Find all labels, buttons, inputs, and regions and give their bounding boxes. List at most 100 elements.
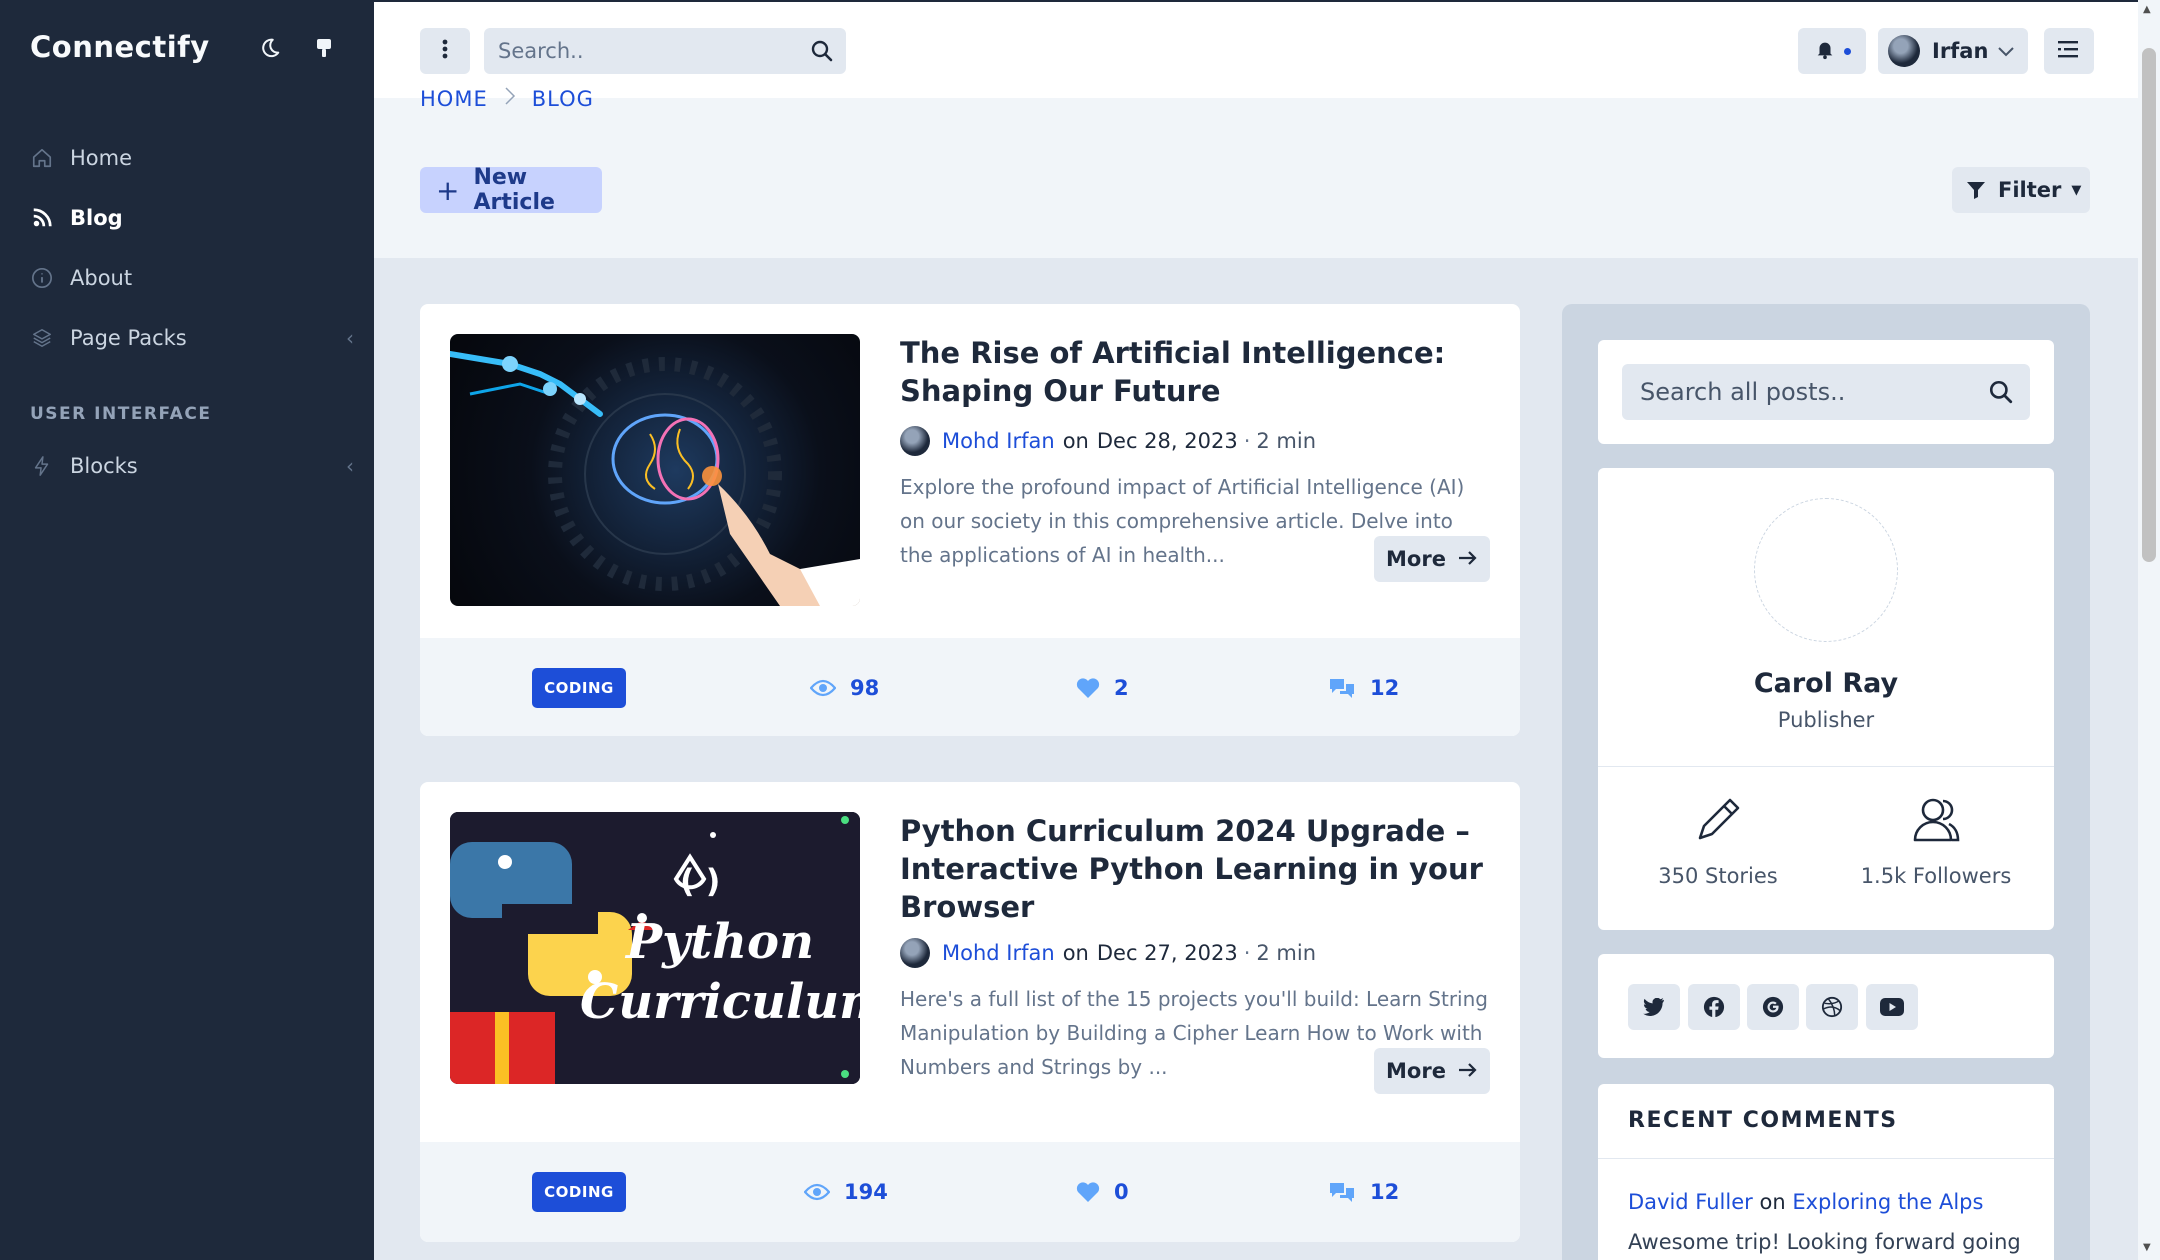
google-icon[interactable]: [1747, 984, 1799, 1030]
breadcrumb-current[interactable]: BLOG: [532, 87, 594, 111]
sidebar-item-label: Page Packs: [70, 326, 187, 350]
notifications-button[interactable]: [1798, 28, 1866, 74]
article-card: The Rise of Artificial Intelligence: Sha…: [420, 304, 1520, 736]
profile-avatar: [1754, 498, 1898, 642]
theme-button[interactable]: [304, 30, 344, 70]
views-count: 194: [844, 1180, 888, 1204]
sidebar-item-about[interactable]: About: [30, 258, 360, 298]
avatar: [1888, 35, 1920, 67]
new-article-label: New Article: [473, 165, 555, 215]
article-title[interactable]: The Rise of Artificial Intelligence: Sha…: [900, 334, 1490, 410]
sidebar-item-blocks[interactable]: Blocks ‹: [30, 446, 360, 486]
search-icon[interactable]: [1988, 379, 2014, 411]
search-icon[interactable]: [810, 39, 834, 68]
new-article-button[interactable]: + New Article: [420, 165, 602, 215]
comments-stat[interactable]: 12: [1328, 668, 1399, 708]
stories-stat: 350 Stories: [1618, 794, 1818, 888]
article-footer: CODING 194 0 12: [420, 1142, 1520, 1242]
profile-name: Carol Ray: [1753, 668, 1899, 699]
sidebar-item-home[interactable]: Home: [30, 138, 360, 178]
author-link[interactable]: Mohd Irfan: [942, 941, 1055, 965]
comments-count: 12: [1370, 676, 1400, 700]
chevron-right-icon: [504, 86, 516, 111]
users-icon: [1836, 794, 2036, 850]
scroll-down-icon[interactable]: ▼: [2143, 1242, 2151, 1253]
layers-icon: [30, 326, 54, 350]
comments-count: 12: [1370, 1180, 1400, 1204]
more-button[interactable]: More: [1374, 1048, 1490, 1094]
separator-dot: ·: [1243, 941, 1251, 965]
divider: [1598, 766, 2054, 767]
views-count: 98: [850, 676, 880, 700]
author-link[interactable]: Mohd Irfan: [942, 429, 1055, 453]
chevron-down-icon: [1998, 42, 2015, 61]
article-title[interactable]: Python Curriculum 2024 Upgrade – Interac…: [900, 812, 1490, 926]
arrow-right-icon: [1458, 1059, 1478, 1083]
bolt-icon: [30, 454, 54, 478]
article-thumbnail[interactable]: ( ) Python Curriculum: [450, 812, 860, 1084]
python-logo-image: ( ) Python Curriculum: [450, 812, 860, 1084]
comments-stat[interactable]: 12: [1328, 1172, 1399, 1212]
sidebar-item-label: About: [70, 266, 133, 290]
likes-count: 0: [1114, 1180, 1129, 1204]
social-links: [1598, 954, 2054, 1058]
post-search-input[interactable]: Search all posts..: [1622, 364, 2030, 420]
filter-button[interactable]: Filter ▼: [1952, 167, 2090, 213]
comment-author-link[interactable]: David Fuller: [1628, 1190, 1753, 1214]
paint-brush-icon: [314, 37, 334, 63]
svg-text:( ): ( ): [680, 862, 720, 900]
youtube-icon[interactable]: [1866, 984, 1918, 1030]
article-meta: Mohd Irfan on Dec 27, 2023 · 2 min: [900, 938, 1316, 968]
dribbble-icon[interactable]: [1806, 984, 1858, 1030]
user-name: Irfan: [1932, 39, 1989, 63]
category-badge[interactable]: CODING: [532, 668, 626, 708]
search-input[interactable]: Search..: [484, 28, 846, 74]
scrollbar-thumb[interactable]: [2142, 48, 2156, 562]
comment-text: Awesome trip! Looking forward going: [1628, 1230, 2021, 1254]
brand-logo[interactable]: Connectify: [30, 30, 210, 64]
on-text: on: [1062, 429, 1089, 453]
bell-icon: [1814, 38, 1836, 64]
sidebar: Connectify Home Blog About Page Packs ‹: [0, 0, 374, 1260]
sidebar-item-page-packs[interactable]: Page Packs ‹: [30, 318, 360, 358]
read-time: 2 min: [1256, 429, 1317, 453]
likes-stat[interactable]: 2: [1076, 668, 1129, 708]
user-menu[interactable]: Irfan: [1878, 28, 2028, 74]
divider: [1598, 1158, 2054, 1159]
twitter-icon[interactable]: [1628, 984, 1680, 1030]
article-card: ( ) Python Curriculum Python Curriculum …: [420, 782, 1520, 1242]
page-scrollbar[interactable]: ▲ ▼: [2138, 0, 2160, 1260]
menu-toggle-button[interactable]: [2044, 28, 2094, 74]
more-options-button[interactable]: [420, 28, 470, 74]
breadcrumb-home[interactable]: HOME: [420, 87, 488, 111]
sidebar-item-label: Blocks: [70, 454, 138, 478]
scroll-up-icon[interactable]: ▲: [2143, 4, 2151, 15]
post-search-placeholder: Search all posts..: [1640, 378, 1846, 406]
search-placeholder: Search..: [498, 39, 584, 63]
facebook-icon[interactable]: [1688, 984, 1740, 1030]
caret-down-icon: ▼: [2071, 182, 2082, 198]
more-button[interactable]: More: [1374, 536, 1490, 582]
chevron-left-icon: ‹: [346, 454, 354, 478]
comments-icon: [1328, 677, 1356, 699]
article-thumbnail[interactable]: [450, 334, 860, 606]
followers-stat: 1.5k Followers: [1836, 794, 2036, 888]
more-label: More: [1386, 547, 1446, 571]
profile-role: Publisher: [1777, 708, 1875, 732]
sidebar-item-blog[interactable]: Blog: [30, 198, 360, 238]
dark-mode-toggle[interactable]: [250, 30, 290, 70]
more-label: More: [1386, 1059, 1446, 1083]
ai-brain-image: [450, 351, 860, 606]
sidebar-item-label: Home: [70, 146, 133, 170]
likes-stat[interactable]: 0: [1076, 1172, 1129, 1212]
category-badge[interactable]: CODING: [532, 1172, 626, 1212]
filter-label: Filter: [1998, 178, 2062, 202]
top-bar: Search.. Irfan: [374, 0, 2138, 98]
article-footer: CODING 98 2 12: [420, 638, 1520, 736]
notification-dot: [1843, 47, 1851, 55]
comment-post-link[interactable]: Exploring the Alps: [1792, 1190, 1983, 1214]
sidebar-item-label: Blog: [70, 206, 123, 230]
heart-icon: [1076, 677, 1100, 699]
arrow-right-icon: [1458, 547, 1478, 571]
menu-icon: [2058, 40, 2080, 62]
